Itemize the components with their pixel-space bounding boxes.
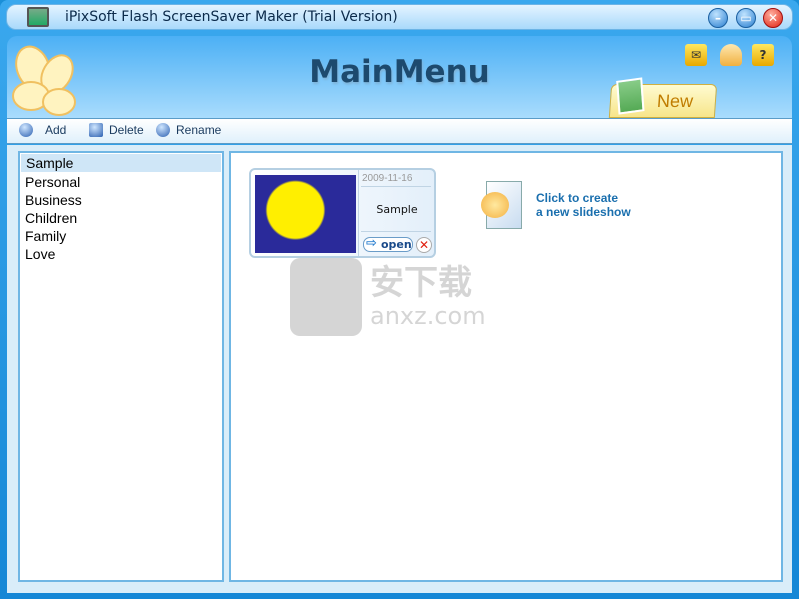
new-document-icon [481, 181, 522, 229]
close-button[interactable]: ✕ [763, 8, 783, 28]
open-button[interactable]: open [363, 237, 413, 252]
divider [358, 170, 359, 256]
category-item[interactable]: Family [20, 227, 222, 245]
create-line1: Click to create [536, 191, 619, 205]
add-icon [19, 123, 33, 137]
content-area: Sample Personal Business Children Family… [7, 145, 792, 593]
new-tab-label: New [656, 91, 694, 111]
minimize-button[interactable]: – [708, 8, 728, 28]
photo-camera-icon [616, 77, 645, 115]
delete-icon [89, 123, 103, 137]
category-item[interactable]: Love [20, 245, 222, 263]
create-slideshow-link[interactable]: Click to create a new slideshow [481, 181, 631, 229]
delete-slideshow-button[interactable]: ✕ [416, 237, 432, 253]
maximize-button[interactable]: ▭ [736, 8, 756, 28]
add-button[interactable]: Add [19, 123, 66, 137]
mail-icon[interactable]: ✉ [685, 44, 707, 66]
app-icon [27, 7, 49, 27]
add-label: Add [45, 123, 67, 137]
category-item[interactable]: Children [20, 209, 222, 227]
header: MainMenu ✉ ? New [7, 36, 792, 118]
category-item[interactable]: Business [20, 191, 222, 209]
divider [361, 186, 431, 187]
delete-button[interactable]: Delete [89, 123, 144, 137]
slideshow-panel: 2009-11-16 Sample open ✕ Click to create… [229, 151, 783, 582]
divider [361, 231, 431, 232]
rename-button[interactable]: Rename [156, 123, 221, 137]
help-icon[interactable]: ? [752, 44, 774, 66]
user-icon[interactable] [720, 44, 742, 66]
rename-label: Rename [176, 123, 222, 137]
new-slideshow-tab[interactable]: New [608, 77, 718, 118]
category-item[interactable]: Personal [20, 173, 222, 191]
toolbar: Add Delete Rename [7, 118, 792, 144]
slideshow-thumbnail[interactable] [255, 175, 356, 253]
app-window: iPixSoft Flash ScreenSaver Maker (Trial … [0, 0, 799, 599]
delete-label: Delete [109, 123, 144, 137]
slideshow-date: 2009-11-16 [362, 173, 413, 184]
slideshow-card[interactable]: 2009-11-16 Sample open ✕ [249, 168, 436, 258]
category-item[interactable]: Sample [21, 154, 221, 172]
window-title: iPixSoft Flash ScreenSaver Maker (Trial … [65, 9, 398, 25]
slideshow-name: Sample [376, 203, 418, 216]
title-bar[interactable]: iPixSoft Flash ScreenSaver Maker (Trial … [6, 4, 793, 30]
create-line2: a new slideshow [536, 205, 631, 219]
category-list: Sample Personal Business Children Family… [18, 151, 224, 582]
rename-icon [156, 123, 170, 137]
